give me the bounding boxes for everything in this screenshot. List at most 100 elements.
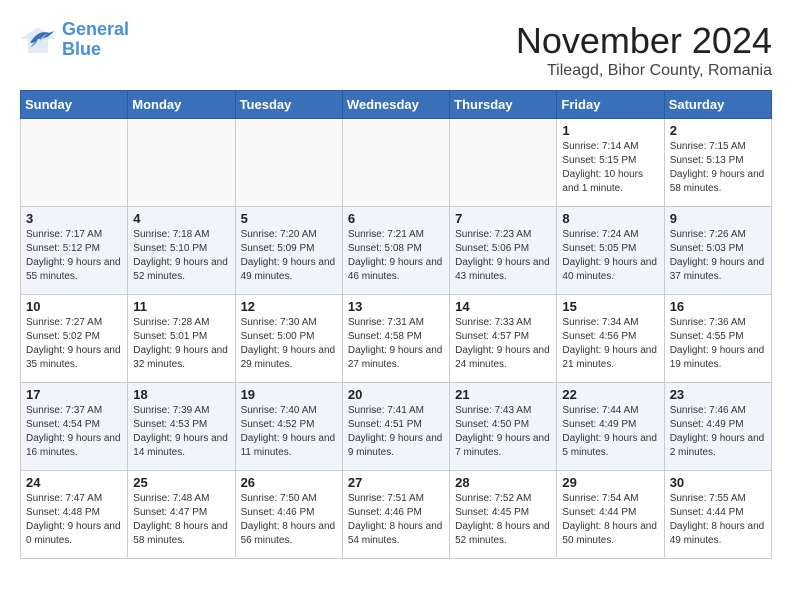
day-info: Sunrise: 7:18 AM Sunset: 5:10 PM Dayligh… — [133, 228, 229, 284]
day-number: 15 — [562, 299, 658, 314]
calendar-cell — [342, 119, 449, 207]
calendar-cell: 1Sunrise: 7:14 AM Sunset: 5:15 PM Daylig… — [557, 119, 664, 207]
header-sunday: Sunday — [21, 91, 128, 119]
calendar-table: SundayMondayTuesdayWednesdayThursdayFrid… — [20, 90, 772, 559]
week-row-1: 1Sunrise: 7:14 AM Sunset: 5:15 PM Daylig… — [21, 119, 772, 207]
day-number: 29 — [562, 475, 658, 490]
calendar-cell: 20 Sunrise: 7:41 AM Sunset: 4:51 PM Dayli… — [342, 383, 449, 471]
header-monday: Monday — [128, 91, 235, 119]
day-info: Sunrise: 7:28 AM Sunset: 5:01 PM Dayligh… — [133, 316, 229, 372]
calendar-cell: 10 Sunrise: 7:27 AM Sunset: 5:02 PM Dayli… — [21, 295, 128, 383]
week-row-2: 3 Sunrise: 7:17 AM Sunset: 5:12 PM Daylig… — [21, 207, 772, 295]
month-title: November 2024 — [516, 20, 772, 62]
day-info: Sunrise: 7:50 AM Sunset: 4:46 PM Dayligh… — [241, 492, 337, 548]
title-block: November 2024 Tileagd, Bihor County, Rom… — [516, 20, 772, 80]
day-info: Sunrise: 7:33 AM Sunset: 4:57 PM Dayligh… — [455, 316, 551, 372]
header-friday: Friday — [557, 91, 664, 119]
calendar-cell: 5Sunrise: 7:20 AM Sunset: 5:09 PM Daylig… — [235, 207, 342, 295]
calendar-cell: 3 Sunrise: 7:17 AM Sunset: 5:12 PM Daylig… — [21, 207, 128, 295]
calendar-cell: 26 Sunrise: 7:50 AM Sunset: 4:46 PM Dayli… — [235, 471, 342, 559]
day-number: 17 — [26, 387, 122, 402]
day-info: Sunrise: 7:48 AM Sunset: 4:47 PM Dayligh… — [133, 492, 229, 548]
calendar-cell: 22 Sunrise: 7:44 AM Sunset: 4:49 PM Dayli… — [557, 383, 664, 471]
day-info: Sunrise: 7:14 AM Sunset: 5:15 PM Dayligh… — [562, 140, 658, 196]
day-number: 11 — [133, 299, 229, 314]
day-info: Sunrise: 7:51 AM Sunset: 4:46 PM Dayligh… — [348, 492, 444, 548]
day-number: 20 — [348, 387, 444, 402]
day-number: 23 — [670, 387, 766, 402]
day-info: Sunrise: 7:43 AM Sunset: 4:50 PM Dayligh… — [455, 404, 551, 460]
week-row-3: 10 Sunrise: 7:27 AM Sunset: 5:02 PM Dayli… — [21, 295, 772, 383]
calendar-cell: 6 Sunrise: 7:21 AM Sunset: 5:08 PM Daylig… — [342, 207, 449, 295]
day-info: Sunrise: 7:44 AM Sunset: 4:49 PM Dayligh… — [562, 404, 658, 460]
day-number: 3 — [26, 211, 122, 226]
day-info: Sunrise: 7:52 AM Sunset: 4:45 PM Dayligh… — [455, 492, 551, 548]
header-wednesday: Wednesday — [342, 91, 449, 119]
header-tuesday: Tuesday — [235, 91, 342, 119]
day-number: 8 — [562, 211, 658, 226]
logo-text: General Blue — [62, 20, 129, 60]
calendar-cell: 25 Sunrise: 7:48 AM Sunset: 4:47 PM Dayli… — [128, 471, 235, 559]
day-number: 14 — [455, 299, 551, 314]
header-thursday: Thursday — [450, 91, 557, 119]
day-info: Sunrise: 7:30 AM Sunset: 5:00 PM Dayligh… — [241, 316, 337, 372]
header-saturday: Saturday — [664, 91, 771, 119]
day-info: Sunrise: 7:20 AM Sunset: 5:09 PM Dayligh… — [241, 228, 337, 284]
calendar-cell — [450, 119, 557, 207]
logo-icon — [20, 25, 56, 55]
day-number: 30 — [670, 475, 766, 490]
day-info: Sunrise: 7:54 AM Sunset: 4:44 PM Dayligh… — [562, 492, 658, 548]
calendar-cell: 21 Sunrise: 7:43 AM Sunset: 4:50 PM Dayli… — [450, 383, 557, 471]
day-info: Sunrise: 7:41 AM Sunset: 4:51 PM Dayligh… — [348, 404, 444, 460]
calendar-cell: 24 Sunrise: 7:47 AM Sunset: 4:48 PM Dayli… — [21, 471, 128, 559]
logo: General Blue — [20, 20, 129, 60]
day-info: Sunrise: 7:39 AM Sunset: 4:53 PM Dayligh… — [133, 404, 229, 460]
day-info: Sunrise: 7:34 AM Sunset: 4:56 PM Dayligh… — [562, 316, 658, 372]
calendar-cell: 17 Sunrise: 7:37 AM Sunset: 4:54 PM Dayli… — [21, 383, 128, 471]
day-info: Sunrise: 7:17 AM Sunset: 5:12 PM Dayligh… — [26, 228, 122, 284]
day-number: 21 — [455, 387, 551, 402]
calendar-cell: 9Sunrise: 7:26 AM Sunset: 5:03 PM Daylig… — [664, 207, 771, 295]
day-number: 7 — [455, 211, 551, 226]
day-info: Sunrise: 7:27 AM Sunset: 5:02 PM Dayligh… — [26, 316, 122, 372]
day-info: Sunrise: 7:31 AM Sunset: 4:58 PM Dayligh… — [348, 316, 444, 372]
day-number: 19 — [241, 387, 337, 402]
calendar-cell — [128, 119, 235, 207]
day-number: 6 — [348, 211, 444, 226]
calendar-cell: 8 Sunrise: 7:24 AM Sunset: 5:05 PM Daylig… — [557, 207, 664, 295]
calendar-cell: 11 Sunrise: 7:28 AM Sunset: 5:01 PM Dayli… — [128, 295, 235, 383]
calendar-cell: 30Sunrise: 7:55 AM Sunset: 4:44 PM Dayli… — [664, 471, 771, 559]
day-info: Sunrise: 7:46 AM Sunset: 4:49 PM Dayligh… — [670, 404, 766, 460]
day-number: 22 — [562, 387, 658, 402]
calendar-cell: 12 Sunrise: 7:30 AM Sunset: 5:00 PM Dayli… — [235, 295, 342, 383]
day-number: 4 — [133, 211, 229, 226]
calendar-cell: 2Sunrise: 7:15 AM Sunset: 5:13 PM Daylig… — [664, 119, 771, 207]
day-number: 24 — [26, 475, 122, 490]
calendar-cell: 14 Sunrise: 7:33 AM Sunset: 4:57 PM Dayli… — [450, 295, 557, 383]
calendar-cell: 23 Sunrise: 7:46 AM Sunset: 4:49 PM Dayli… — [664, 383, 771, 471]
day-info: Sunrise: 7:24 AM Sunset: 5:05 PM Dayligh… — [562, 228, 658, 284]
calendar-cell: 13Sunrise: 7:31 AM Sunset: 4:58 PM Dayli… — [342, 295, 449, 383]
day-number: 26 — [241, 475, 337, 490]
day-info: Sunrise: 7:26 AM Sunset: 5:03 PM Dayligh… — [670, 228, 766, 284]
week-row-4: 17 Sunrise: 7:37 AM Sunset: 4:54 PM Dayli… — [21, 383, 772, 471]
day-info: Sunrise: 7:40 AM Sunset: 4:52 PM Dayligh… — [241, 404, 337, 460]
day-info: Sunrise: 7:37 AM Sunset: 4:54 PM Dayligh… — [26, 404, 122, 460]
calendar-cell — [235, 119, 342, 207]
logo-blue: Blue — [62, 39, 101, 59]
day-number: 25 — [133, 475, 229, 490]
day-number: 28 — [455, 475, 551, 490]
page-header: General Blue November 2024 Tileagd, Biho… — [20, 20, 772, 80]
calendar-cell: 4 Sunrise: 7:18 AM Sunset: 5:10 PM Daylig… — [128, 207, 235, 295]
day-number: 2 — [670, 123, 766, 138]
day-info: Sunrise: 7:21 AM Sunset: 5:08 PM Dayligh… — [348, 228, 444, 284]
day-number: 10 — [26, 299, 122, 314]
calendar-cell: 29 Sunrise: 7:54 AM Sunset: 4:44 PM Dayli… — [557, 471, 664, 559]
calendar-cell: 28 Sunrise: 7:52 AM Sunset: 4:45 PM Dayli… — [450, 471, 557, 559]
day-number: 12 — [241, 299, 337, 314]
calendar-cell: 16Sunrise: 7:36 AM Sunset: 4:55 PM Dayli… — [664, 295, 771, 383]
day-info: Sunrise: 7:47 AM Sunset: 4:48 PM Dayligh… — [26, 492, 122, 548]
calendar-cell: 18Sunrise: 7:39 AM Sunset: 4:53 PM Dayli… — [128, 383, 235, 471]
calendar-cell: 15 Sunrise: 7:34 AM Sunset: 4:56 PM Dayli… — [557, 295, 664, 383]
location-title: Tileagd, Bihor County, Romania — [516, 62, 772, 80]
